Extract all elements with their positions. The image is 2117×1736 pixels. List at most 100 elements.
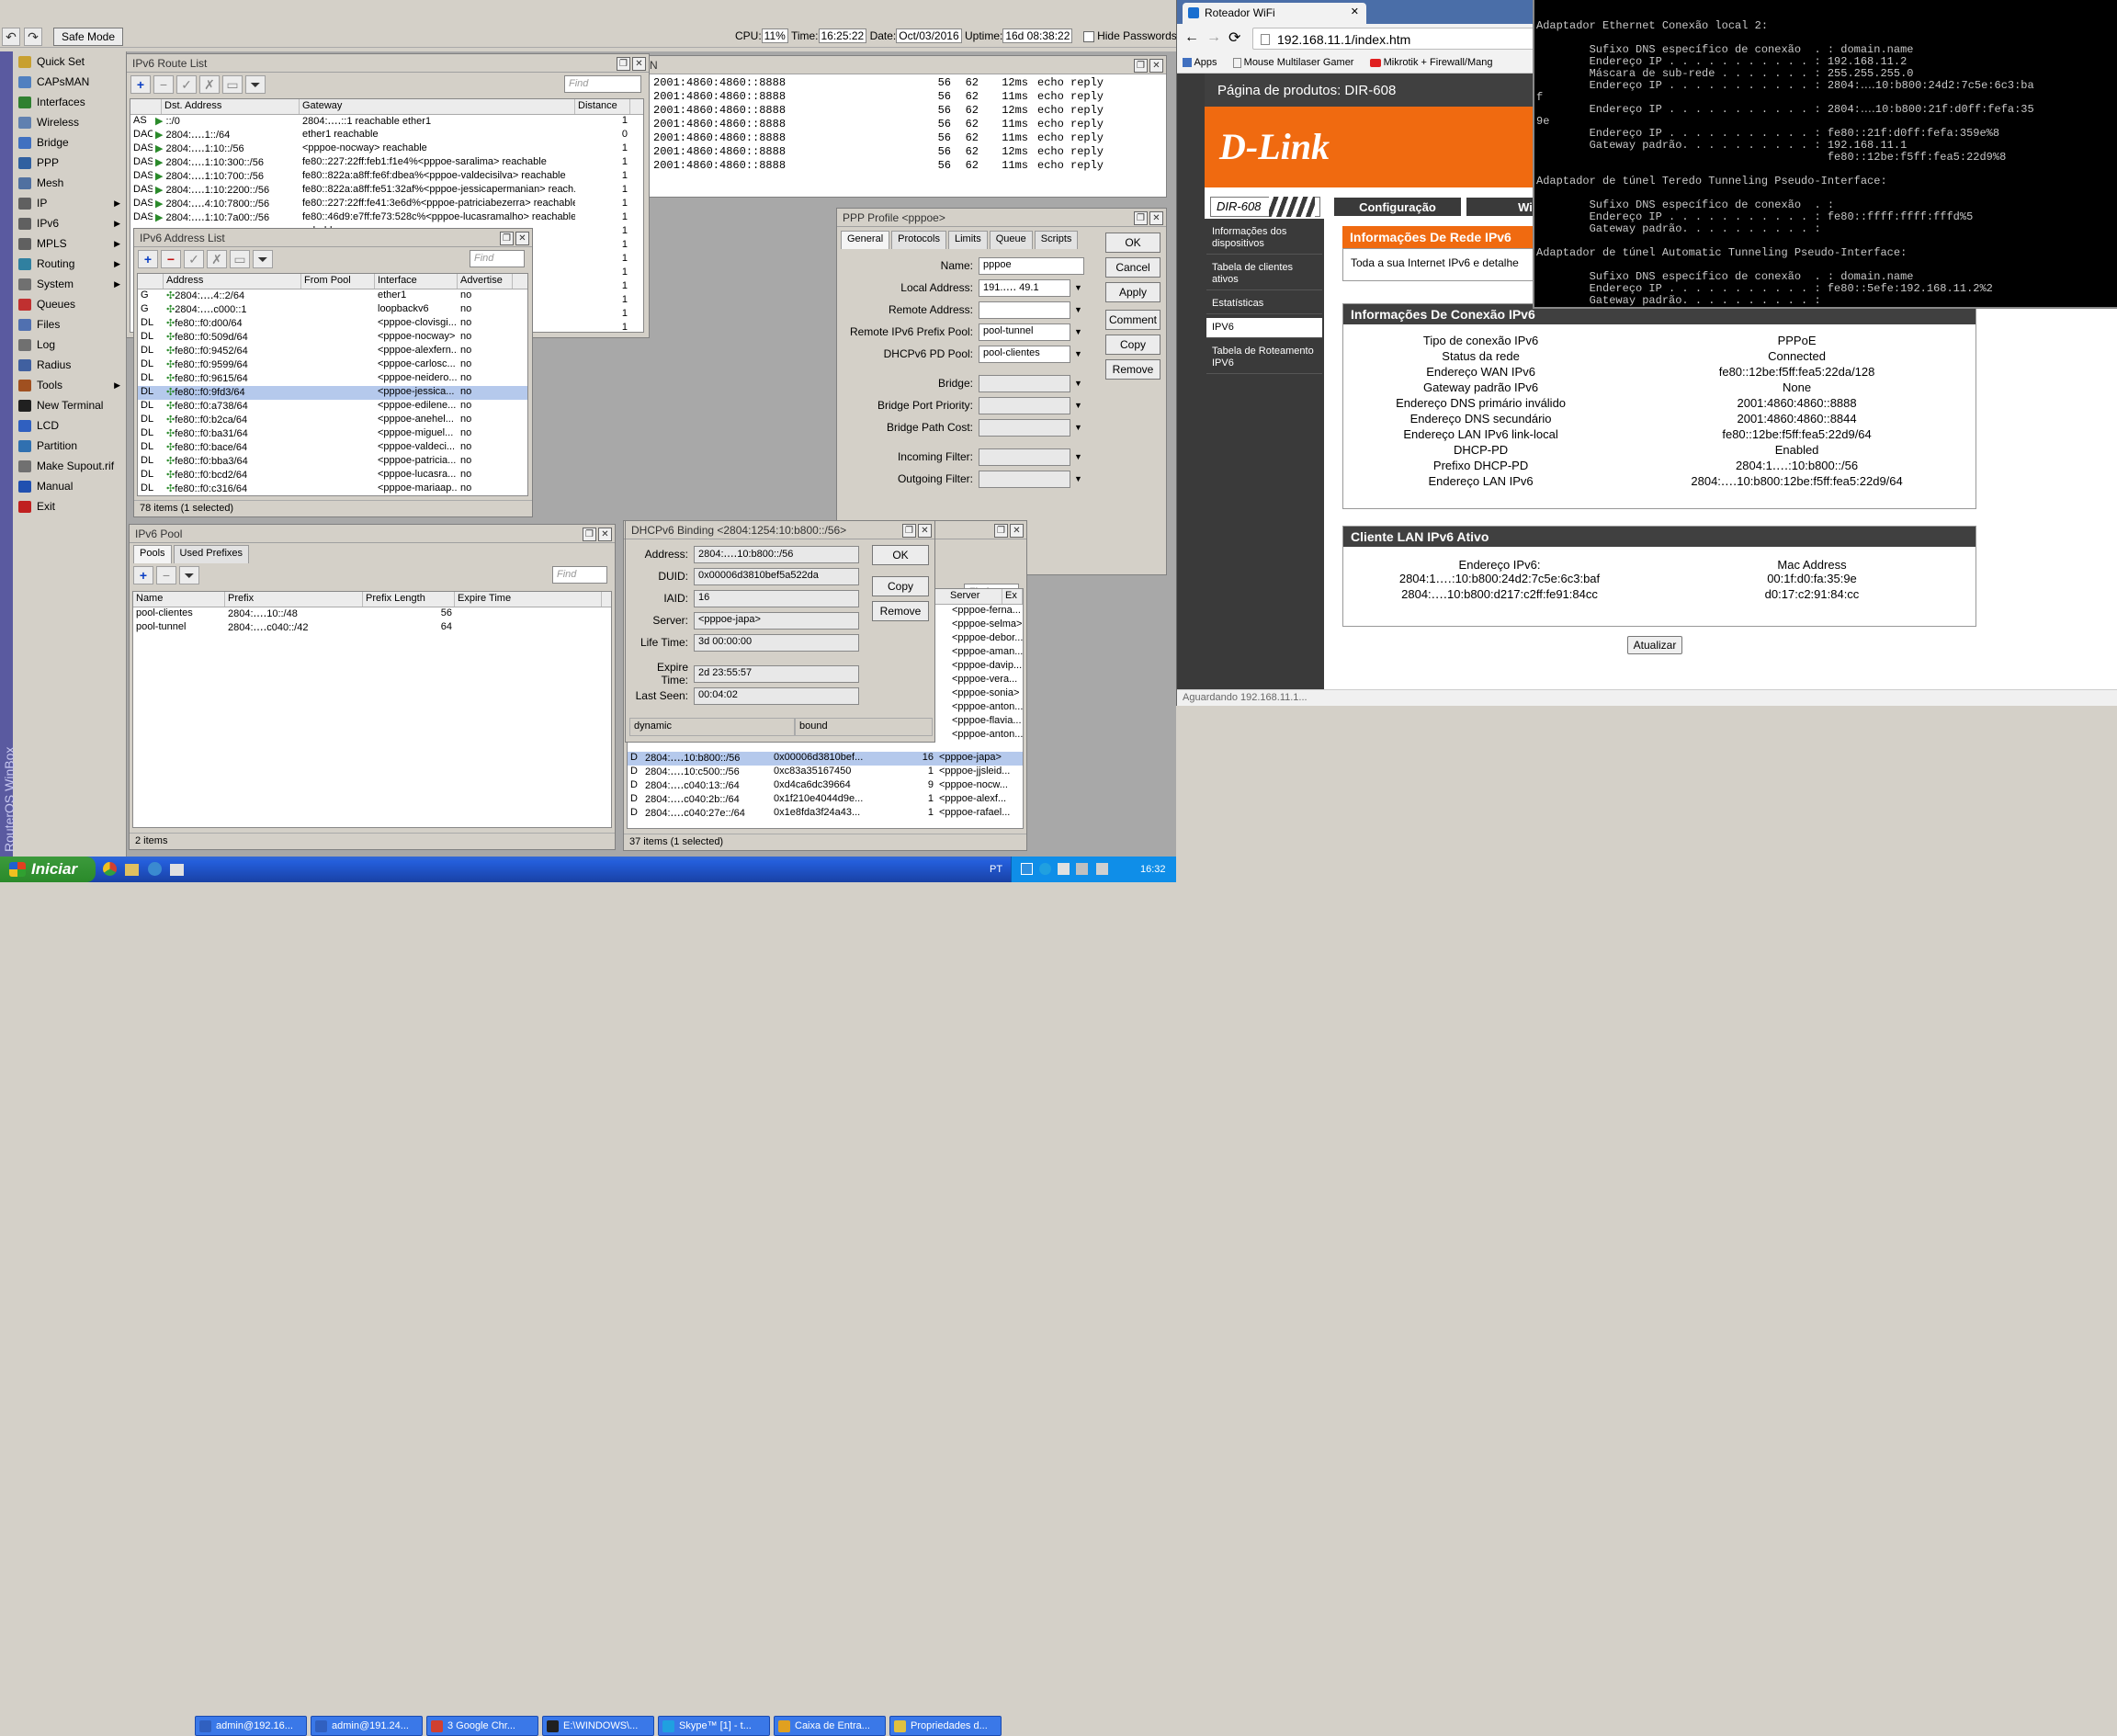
ok-button[interactable]: OK (872, 545, 929, 565)
router-menu-item[interactable]: Tabela de Roteamento IPV6 (1206, 342, 1322, 374)
dropdown-icon[interactable]: ▼ (1074, 423, 1082, 432)
restore-icon[interactable]: ❐ (583, 528, 596, 541)
binding-field-value[interactable]: 2804:‥‥10:b800::/56 (694, 545, 859, 563)
close-tab-icon[interactable]: ✕ (1351, 6, 1359, 17)
col-dst[interactable]: Dst. Address (162, 99, 300, 114)
col-server[interactable]: Server (947, 589, 1002, 604)
sidebar-item-lcd[interactable]: LCD (13, 415, 126, 436)
add-icon[interactable]: + (138, 250, 158, 268)
ppp-field-input[interactable]: 191.‥‥ 49.1 (979, 278, 1070, 297)
tray-icon[interactable] (1058, 863, 1070, 875)
remove-button[interactable]: Remove (872, 601, 929, 621)
table-row[interactable]: DL ✣fe80::f0:509d/64 <pppoe-nocway> no (138, 331, 527, 345)
sidebar-item-files[interactable]: Files (13, 314, 126, 335)
table-row[interactable]: DAS ▶ 2804:‥‥1:10:7a00::/56 fe80::46d9:e7f… (130, 211, 643, 225)
tray-icon[interactable] (1021, 863, 1033, 875)
chrome-icon[interactable] (103, 862, 117, 876)
table-row[interactable]: G ✣2804:‥‥4::2/64 ether1 no (138, 289, 527, 303)
sidebar-item-tools[interactable]: Tools ▶ (13, 375, 126, 395)
sidebar-item-routing[interactable]: Routing ▶ (13, 254, 126, 274)
close-icon[interactable]: ✕ (1010, 524, 1024, 538)
col-prefix[interactable]: Prefix (225, 592, 363, 607)
router-menu-item[interactable]: Estatísticas (1206, 294, 1322, 314)
binding-field-value[interactable]: 00:04:02 (694, 686, 859, 705)
close-icon[interactable]: ✕ (632, 57, 646, 71)
safe-mode-button[interactable]: Safe Mode (53, 28, 123, 46)
ppp-field-input[interactable]: pppoe (979, 256, 1084, 275)
ppp-field-input[interactable] (979, 374, 1070, 392)
remove-icon[interactable]: − (156, 566, 176, 584)
table-row[interactable]: DL ✣fe80::f0:bace/64 <pppoe-valdeci... no (138, 441, 527, 455)
sidebar-item-mpls[interactable]: MPLS ▶ (13, 233, 126, 254)
sidebar-item-manual[interactable]: Manual (13, 476, 126, 496)
sidebar-item-mesh[interactable]: Mesh (13, 173, 126, 193)
comment-icon[interactable]: ▭ (222, 75, 243, 94)
tab-scripts[interactable]: Scripts (1034, 231, 1079, 249)
close-icon[interactable]: ✕ (918, 524, 932, 538)
pool-find-input[interactable]: Find (552, 566, 607, 584)
table-row[interactable]: D 2804:‥‥c040:27e::/64 0x1e8fda3f24a43... 1… (628, 807, 1023, 821)
taskbar-item[interactable]: E:\WINDOWS\... (542, 1716, 654, 1736)
table-row[interactable]: DAS ▶ 2804:‥‥1:10:300::/56 fe80::227:22ff:… (130, 156, 643, 170)
binding-field-value[interactable]: 0x00006d3810bef5a522da (694, 567, 859, 585)
ppp-field-input[interactable] (979, 448, 1070, 466)
apply-button[interactable]: Apply (1105, 282, 1160, 302)
forward-icon[interactable]: → (1206, 29, 1221, 46)
table-row[interactable]: D 2804:‥‥c040:2b::/64 0x1f210e4044d9e... 1 <… (628, 793, 1023, 807)
table-row[interactable]: pool-clientes 2804:‥‥10::/48 56 (133, 607, 611, 621)
restore-icon[interactable]: ❐ (902, 524, 916, 538)
sidebar-item-capsman[interactable]: CAPsMAN (13, 72, 126, 92)
enable-icon[interactable]: ✓ (176, 75, 197, 94)
taskbar-item[interactable]: admin@191.24... (311, 1716, 423, 1736)
table-row[interactable]: AS ▶ ::/0 2804:‥‥::1 reachable ether1 1 (130, 115, 643, 129)
tray-icon[interactable] (1039, 863, 1051, 875)
table-row[interactable]: G ✣2804:‥‥c000::1 loopbackv6 no (138, 303, 527, 317)
undo-icon[interactable]: ↶ (2, 28, 20, 46)
table-row[interactable]: DL ✣fe80::f0:9615/64 <pppoe-neidero... no (138, 372, 527, 386)
sidebar-item-radius[interactable]: Radius (13, 355, 126, 375)
tab-protocols[interactable]: Protocols (891, 231, 946, 249)
table-row[interactable]: D 2804:‥‥10:b800::/56 0x00006d3810bef... 16… (628, 752, 1023, 766)
table-row[interactable]: DL ✣fe80::f0:9452/64 <pppoe-alexfern... no (138, 345, 527, 358)
taskbar-item[interactable]: admin@192.16... (195, 1716, 307, 1736)
remove-icon[interactable]: − (153, 75, 174, 94)
cancel-button[interactable]: Cancel (1105, 257, 1160, 278)
table-row[interactable]: DAS ▶ 2804:‥‥1:10:700::/56 fe80::822a:a8ff… (130, 170, 643, 184)
table-row[interactable]: DL ✣fe80::f0:c316/64 <pppoe-mariaap... no (138, 482, 527, 495)
ppp-field-input[interactable]: pool-clientes (979, 345, 1070, 363)
table-row[interactable]: pool-tunnel 2804:‥‥c040::/42 64 (133, 621, 611, 635)
dropdown-icon[interactable]: ▼ (1074, 474, 1082, 483)
sidebar-item-quick-set[interactable]: Quick Set (13, 51, 126, 72)
restore-icon[interactable]: ❐ (1134, 59, 1148, 73)
sidebar-item-partition[interactable]: Partition (13, 436, 126, 456)
table-row[interactable]: DAS ▶ 2804:‥‥4:10:7800::/56 fe80::227:22ff… (130, 198, 643, 211)
col-ex[interactable]: Ex (1002, 589, 1023, 604)
apps-icon[interactable] (1183, 58, 1192, 68)
address-find-input[interactable]: Find (470, 250, 525, 267)
col-gateway[interactable]: Gateway (300, 99, 575, 114)
close-icon[interactable]: ✕ (1149, 211, 1163, 225)
taskbar-item[interactable]: 3 Google Chr... (426, 1716, 538, 1736)
table-row[interactable]: DL ✣fe80::f0:d00/64 <pppoe-clovisgi... no (138, 317, 527, 331)
col-prefix-length[interactable]: Prefix Length (363, 592, 455, 607)
mail-icon[interactable] (170, 864, 185, 876)
route-find-input[interactable]: Find (564, 75, 641, 93)
filter-icon[interactable]: ⏷ (179, 566, 199, 584)
col-advertise[interactable]: Advertise (458, 274, 513, 289)
binding-field-value[interactable]: 16 (694, 589, 859, 607)
tray-icon[interactable] (1076, 863, 1088, 875)
start-button[interactable]: Iniciar (0, 857, 96, 882)
filter-icon[interactable]: ⏷ (245, 75, 266, 94)
reload-icon[interactable]: ⟳ (1228, 28, 1240, 47)
router-menu-item[interactable]: IPV6 (1206, 318, 1322, 338)
disable-icon[interactable]: ✗ (199, 75, 220, 94)
remove-button[interactable]: Remove (1105, 359, 1160, 380)
table-row[interactable]: DL ✣fe80::f0:a738/64 <pppoe-edilene... no (138, 400, 527, 414)
dropdown-icon[interactable]: ▼ (1074, 327, 1082, 336)
ok-button[interactable]: OK (1105, 233, 1160, 253)
col-distance[interactable]: Distance (575, 99, 630, 114)
tab-queue[interactable]: Queue (989, 231, 1033, 249)
sidebar-item-ipv6[interactable]: IPv6 ▶ (13, 213, 126, 233)
restore-icon[interactable]: ❐ (994, 524, 1008, 538)
bookmark-apps[interactable]: Apps (1194, 57, 1217, 68)
